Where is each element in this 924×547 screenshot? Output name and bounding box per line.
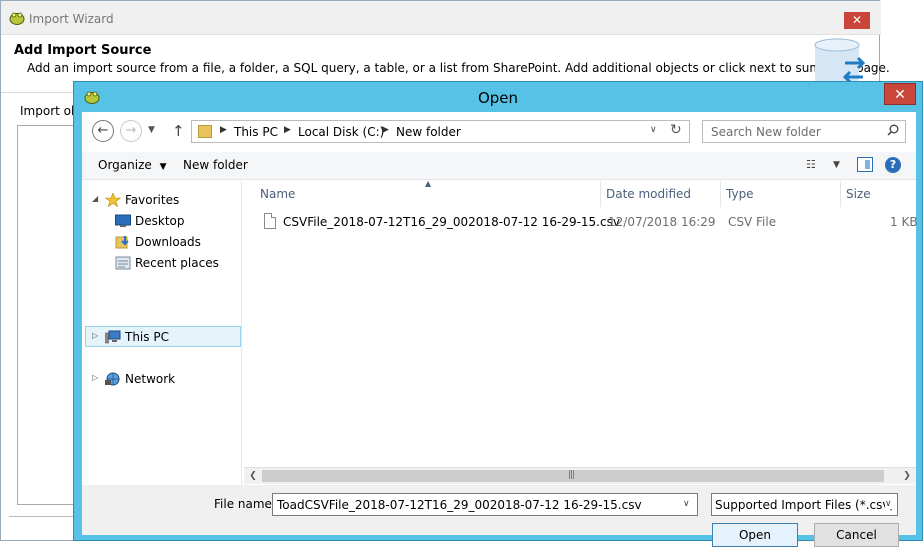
dialog-close-button[interactable]: ✕	[884, 83, 916, 105]
breadcrumb-local-disk[interactable]: Local Disk (C:)	[298, 125, 384, 139]
filter-dropdown-icon[interactable]: ∨	[885, 499, 897, 509]
horizontal-scrollbar[interactable]: ❮ ||| ❯	[244, 467, 916, 484]
this-pc-label: This PC	[125, 330, 169, 344]
search-box[interactable]	[702, 120, 906, 143]
file-name: CSVFile_2018-07-12T16_29_002018-07-12 16…	[283, 215, 620, 229]
file-name-value: ToadCSVFile_2018-07-12T16_29_002018-07-1…	[277, 498, 642, 512]
wizard-close-button[interactable]: ✕	[844, 12, 870, 29]
expand-arrow-icon[interactable]: ▷	[92, 373, 98, 382]
view-details-icon[interactable]: ☷	[806, 158, 816, 171]
expand-arrow-icon[interactable]: ◢	[92, 194, 98, 203]
dialog-titlebar[interactable]: Open ✕	[74, 82, 922, 112]
address-dropdown-icon[interactable]: ∨	[650, 125, 657, 135]
recent-places-icon	[115, 256, 131, 270]
address-bar[interactable]: ▶ This PC ▶ Local Disk (C:) ▶ New folder…	[191, 120, 690, 143]
open-file-dialog: Open ✕ ← → ▼ ↑ ▶ This PC ▶ Local Disk (C…	[73, 81, 923, 547]
new-folder-button[interactable]: New folder	[183, 158, 248, 172]
search-icon	[887, 124, 899, 136]
favorites-label: Favorites	[125, 193, 180, 207]
downloads-icon	[115, 236, 129, 249]
navigation-pane: ◢ Favorites Desktop Downloads Recent pla…	[82, 181, 242, 535]
dialog-footer: File name: ToadCSVFile_2018-07-12T16_29_…	[82, 485, 916, 547]
organize-menu[interactable]: Organize ▼	[98, 158, 167, 172]
dialog-body: ← → ▼ ↑ ▶ This PC ▶ Local Disk (C:) ▶ Ne…	[82, 112, 918, 547]
import-objects-label: Import ob	[20, 104, 79, 118]
recent-places-label: Recent places	[135, 256, 219, 270]
breadcrumb-arrow-icon[interactable]: ▶	[284, 125, 291, 135]
wizard-heading: Add Import Source	[14, 43, 152, 58]
network-icon	[105, 372, 120, 386]
file-type-filter-value: Supported Import Files (*.csv;*.	[715, 498, 898, 512]
column-header-name[interactable]: Name	[254, 181, 600, 207]
desktop-label: Desktop	[135, 214, 185, 228]
column-header-type[interactable]: Type	[720, 181, 840, 207]
desktop-icon	[115, 214, 131, 227]
dialog-toolbar: Organize ▼ New folder ☷ ▼ ?	[82, 152, 916, 180]
network-label: Network	[125, 372, 176, 386]
scroll-left-icon[interactable]: ❮	[246, 470, 260, 483]
column-name-label: Name	[260, 187, 296, 201]
refresh-icon[interactable]: ↻	[670, 122, 682, 138]
up-folder-button[interactable]: ↑	[172, 122, 185, 140]
organize-label: Organize	[98, 158, 152, 172]
wizard-divider	[9, 516, 79, 517]
dialog-title: Open	[477, 89, 519, 107]
file-size: 1 KB	[890, 215, 918, 229]
breadcrumb-arrow-icon[interactable]: ▶	[220, 125, 227, 135]
scrollbar-thumb[interactable]: |||	[262, 470, 884, 482]
column-date-label: Date modified	[606, 187, 692, 201]
computer-icon	[105, 330, 121, 344]
file-name-input[interactable]: ToadCSVFile_2018-07-12T16_29_002018-07-1…	[272, 493, 698, 516]
file-name-label: File name:	[214, 497, 276, 511]
downloads-label: Downloads	[135, 235, 201, 249]
view-options-chevron-icon[interactable]: ▼	[833, 160, 840, 170]
chevron-down-icon: ▼	[159, 162, 167, 172]
wizard-titlebar: Import Wizard ✕	[1, 1, 881, 35]
column-type-label: Type	[726, 187, 754, 201]
recent-locations-chevron-icon[interactable]: ▼	[148, 125, 155, 135]
breadcrumb-arrow-icon[interactable]: ▶	[382, 125, 389, 135]
breadcrumb-this-pc[interactable]: This PC	[234, 125, 278, 139]
file-name-dropdown-icon[interactable]: ∨	[683, 499, 690, 509]
file-type: CSV File	[728, 215, 777, 229]
folder-icon	[198, 125, 212, 138]
star-icon	[105, 193, 121, 207]
scroll-right-icon[interactable]: ❯	[900, 470, 914, 483]
file-row[interactable]: CSVFile_2018-07-12T16_29_002018-07-12 16…	[244, 211, 918, 235]
wizard-subheading: Add an import source from a file, a fold…	[27, 61, 890, 75]
wizard-title: Import Wizard	[29, 12, 114, 26]
breadcrumb-new-folder[interactable]: New folder	[396, 125, 461, 139]
database-import-icon	[814, 38, 866, 85]
expand-arrow-icon[interactable]: ▷	[92, 331, 98, 340]
column-size-label: Size	[846, 187, 871, 201]
file-type-filter-select[interactable]: Supported Import Files (*.csv;*. ∨	[711, 493, 898, 516]
file-date-modified: 12/07/2018 16:29	[608, 215, 716, 229]
column-header-size[interactable]: Size	[840, 181, 916, 207]
back-button[interactable]: ←	[92, 120, 114, 142]
column-header-date-modified[interactable]: Date modified	[600, 181, 720, 207]
csv-file-icon	[264, 213, 276, 229]
search-input[interactable]	[709, 124, 879, 140]
toad-app-icon	[9, 12, 25, 25]
help-icon[interactable]: ?	[885, 157, 901, 173]
scroll-grip-icon: |||	[568, 470, 575, 480]
cancel-button[interactable]: Cancel	[814, 523, 899, 547]
open-button[interactable]: Open	[712, 523, 798, 547]
forward-button[interactable]: →	[120, 120, 142, 142]
preview-pane-icon[interactable]	[857, 157, 873, 172]
